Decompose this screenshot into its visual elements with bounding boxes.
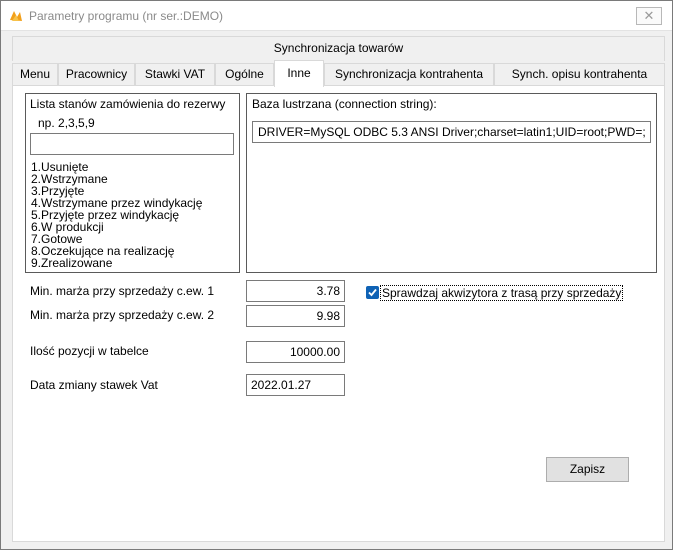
checkmark-icon — [368, 288, 377, 297]
tab-label: Synchronizacja towarów — [273, 41, 404, 55]
check-akwizytor-label[interactable]: Sprawdzaj akwizytora z trasą przy sprzed… — [380, 285, 624, 301]
tab-synchronizacja-towarow[interactable]: Synchronizacja towarów — [12, 36, 665, 61]
window-title: Parametry programu (nr ser.:DEMO) — [29, 9, 224, 23]
mirror-db-title: Baza lustrzana (connection string): — [252, 97, 437, 111]
mirror-db-group: Baza lustrzana (connection string): DRIV… — [246, 93, 657, 273]
order-states-list: 1.Usunięte 2.Wstrzymane 3.Przyjęte 4.Wst… — [31, 161, 202, 269]
tab-label: Pracownicy — [65, 67, 128, 81]
save-button[interactable]: Zapisz — [546, 457, 629, 482]
tab-pracownicy[interactable]: Pracownicy — [58, 63, 135, 86]
tab-label: Inne — [287, 66, 311, 80]
tab-synch-opisu-kontrahenta[interactable]: Synch. opisu kontrahenta — [494, 63, 665, 86]
margin2-input[interactable]: 9.98 — [246, 305, 345, 327]
order-states-group: Lista stanów zamówienia do rezerwy np. 2… — [25, 93, 240, 273]
order-states-input[interactable] — [30, 133, 234, 155]
tab-label: Stawki VAT — [144, 67, 206, 81]
order-states-example: np. 2,3,5,9 — [38, 116, 95, 130]
tab-panel-inne: Lista stanów zamówienia do rezerwy np. 2… — [12, 85, 665, 542]
tab-stawki-vat[interactable]: Stawki VAT — [135, 63, 215, 86]
check-akwizytor-checkbox[interactable] — [366, 286, 379, 299]
connection-string-input[interactable]: DRIVER=MySQL ODBC 5.3 ANSI Driver;charse… — [252, 121, 651, 143]
tab-label: Synch. opisu kontrahenta — [511, 67, 648, 81]
tab-label: Synchronizacja kontrahenta — [334, 67, 484, 81]
close-icon: ✕ — [643, 8, 655, 23]
tab-synchronizacja-kontrahenta[interactable]: Synchronizacja kontrahenta — [324, 63, 494, 86]
title-bar: Parametry programu (nr ser.:DEMO) ✕ — [1, 1, 672, 31]
vat-date-label: Data zmiany stawek Vat — [30, 378, 158, 392]
margin2-label: Min. marża przy sprzedaży c.ew. 2 — [30, 308, 215, 322]
app-logo-icon — [8, 8, 24, 24]
tab-menu[interactable]: Menu — [12, 63, 58, 86]
close-button[interactable]: ✕ — [636, 7, 662, 25]
rows-count-label: Ilość pozycji w tabelce — [30, 344, 149, 358]
settings-window: Parametry programu (nr ser.:DEMO) ✕ Sync… — [0, 0, 673, 550]
tab-inne[interactable]: Inne — [274, 60, 324, 87]
margin1-input[interactable]: 3.78 — [246, 280, 345, 302]
save-button-label: Zapisz — [569, 462, 606, 476]
tab-label: Ogólne — [225, 67, 264, 81]
tab-strip: Menu Pracownicy Stawki VAT Ogólne Inne S… — [12, 60, 665, 87]
list-item: 9.Zrealizowane — [31, 256, 113, 270]
vat-date-input[interactable]: 2022.01.27 — [246, 374, 345, 396]
rows-count-input[interactable]: 10000.00 — [246, 341, 345, 363]
tab-label: Menu — [19, 67, 51, 81]
tab-ogolne[interactable]: Ogólne — [215, 63, 274, 86]
margin1-label: Min. marża przy sprzedaży c.ew. 1 — [30, 284, 215, 298]
order-states-title: Lista stanów zamówienia do rezerwy — [30, 97, 226, 111]
